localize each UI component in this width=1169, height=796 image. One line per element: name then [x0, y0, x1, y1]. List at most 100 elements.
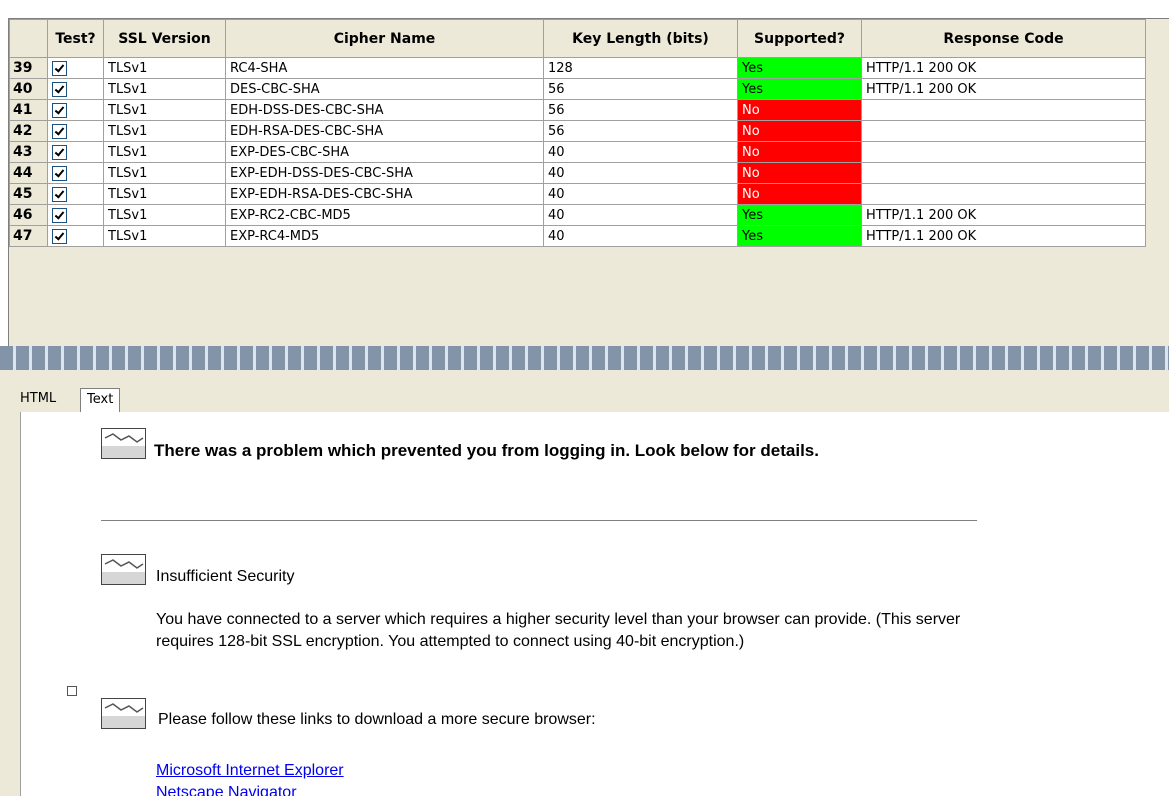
cipher-name-cell: EDH-DSS-DES-CBC-SHA [225, 99, 544, 121]
row-number[interactable]: 43 [9, 141, 48, 163]
row-number[interactable]: 45 [9, 183, 48, 205]
tab-text[interactable]: Text [80, 388, 121, 413]
supported-cell: No [737, 120, 862, 142]
ssl-version-cell: TLSv1 [103, 57, 226, 79]
splitter-bar[interactable] [0, 346, 1169, 370]
key-length-cell: 128 [543, 57, 738, 79]
row-number[interactable]: 39 [9, 57, 48, 79]
key-length-cell: 40 [543, 183, 738, 205]
response-code-cell [861, 141, 1146, 163]
key-length-cell: 40 [543, 141, 738, 163]
cipher-name-cell: EXP-EDH-RSA-DES-CBC-SHA [225, 183, 544, 205]
key-length-cell: 56 [543, 120, 738, 142]
response-code-cell [861, 162, 1146, 184]
table-row[interactable]: 43 TLSv1 EXP-DES-CBC-SHA 40 No [9, 141, 1146, 163]
supported-cell: No [737, 141, 862, 163]
column-header-ssl-version[interactable]: SSL Version [103, 19, 226, 58]
test-checkbox[interactable] [52, 186, 67, 202]
key-length-cell: 40 [543, 225, 738, 247]
cipher-name-cell: DES-CBC-SHA [225, 78, 544, 100]
row-number[interactable]: 46 [9, 204, 48, 226]
supported-cell: Yes [737, 225, 862, 247]
column-header-cipher-name[interactable]: Cipher Name [225, 19, 544, 58]
supported-cell: Yes [737, 57, 862, 79]
browser-pane: There was a problem which prevented you … [0, 412, 1169, 796]
response-code-cell: HTTP/1.1 200 OK [861, 78, 1146, 100]
column-header-response-code[interactable]: Response Code [861, 19, 1146, 58]
column-header-key-length[interactable]: Key Length (bits) [543, 19, 738, 58]
table-row[interactable]: 47 TLSv1 EXP-RC4-MD5 40 Yes HTTP/1.1 200 OK [9, 225, 1146, 247]
test-checkbox[interactable] [52, 123, 67, 139]
links-intro: Please follow these links to download a … [158, 711, 596, 728]
row-number[interactable]: 42 [9, 120, 48, 142]
broken-image-icon [101, 554, 146, 585]
table-row[interactable]: 44 TLSv1 EXP-EDH-DSS-DES-CBC-SHA 40 No [9, 162, 1146, 184]
test-checkbox[interactable] [52, 102, 67, 118]
key-length-cell: 56 [543, 78, 738, 100]
table-row[interactable]: 42 TLSv1 EDH-RSA-DES-CBC-SHA 56 No [9, 120, 1146, 142]
test-checkbox[interactable] [52, 165, 67, 181]
key-length-cell: 40 [543, 204, 738, 226]
table-row[interactable]: 41 TLSv1 EDH-DSS-DES-CBC-SHA 56 No [9, 99, 1146, 121]
link-netscape-navigator[interactable]: Netscape Navigator [156, 784, 297, 796]
broken-image-icon [101, 428, 146, 459]
supported-cell: Yes [737, 204, 862, 226]
section-body: You have connected to a server which req… [156, 611, 961, 650]
row-number[interactable]: 47 [9, 225, 48, 247]
table-row[interactable]: 39 TLSv1 RC4-SHA 128 Yes HTTP/1.1 200 OK [9, 57, 1146, 79]
table-row[interactable]: 40 TLSv1 DES-CBC-SHA 56 Yes HTTP/1.1 200 OK [9, 78, 1146, 100]
ssl-version-cell: TLSv1 [103, 162, 226, 184]
supported-cell: No [737, 99, 862, 121]
cipher-name-cell: RC4-SHA [225, 57, 544, 79]
table-row[interactable]: 45 TLSv1 EXP-EDH-RSA-DES-CBC-SHA 40 No [9, 183, 1146, 205]
ssl-version-cell: TLSv1 [103, 225, 226, 247]
error-heading: There was a problem which prevented you … [154, 441, 819, 460]
row-number[interactable]: 44 [9, 162, 48, 184]
test-cell[interactable] [47, 162, 104, 184]
test-cell[interactable] [47, 78, 104, 100]
key-length-cell: 40 [543, 162, 738, 184]
header-row: Test? SSL Version Cipher Name Key Length… [9, 19, 1146, 58]
ssl-version-cell: TLSv1 [103, 204, 226, 226]
supported-cell: Yes [737, 78, 862, 100]
response-code-cell: HTTP/1.1 200 OK [861, 225, 1146, 247]
column-header-supported[interactable]: Supported? [737, 19, 862, 58]
broken-image-icon [101, 698, 146, 729]
small-image-placeholder-icon [67, 686, 77, 696]
rendered-page[interactable]: There was a problem which prevented you … [20, 412, 1169, 796]
cipher-name-cell: EXP-DES-CBC-SHA [225, 141, 544, 163]
response-code-cell [861, 120, 1146, 142]
test-cell[interactable] [47, 120, 104, 142]
test-checkbox[interactable] [52, 144, 67, 160]
row-number-header [9, 19, 48, 58]
test-cell[interactable] [47, 204, 104, 226]
test-cell[interactable] [47, 225, 104, 247]
test-cell[interactable] [47, 57, 104, 79]
response-code-cell [861, 99, 1146, 121]
ssl-version-cell: TLSv1 [103, 99, 226, 121]
ssl-version-cell: TLSv1 [103, 183, 226, 205]
response-code-cell: HTTP/1.1 200 OK [861, 57, 1146, 79]
cipher-name-cell: EXP-RC2-CBC-MD5 [225, 204, 544, 226]
column-header-test[interactable]: Test? [47, 19, 104, 58]
row-number[interactable]: 41 [9, 99, 48, 121]
ssl-version-cell: TLSv1 [103, 78, 226, 100]
response-code-cell: HTTP/1.1 200 OK [861, 204, 1146, 226]
test-cell[interactable] [47, 141, 104, 163]
ssl-version-cell: TLSv1 [103, 120, 226, 142]
row-number[interactable]: 40 [9, 78, 48, 100]
section-title: Insufficient Security [156, 568, 295, 585]
test-checkbox[interactable] [52, 81, 67, 97]
test-checkbox[interactable] [52, 228, 67, 244]
key-length-cell: 56 [543, 99, 738, 121]
cipher-table: Test? SSL Version Cipher Name Key Length… [9, 19, 1146, 247]
table-row[interactable]: 46 TLSv1 EXP-RC2-CBC-MD5 40 Yes HTTP/1.1 200 … [9, 204, 1146, 226]
test-checkbox[interactable] [52, 207, 67, 223]
tab-html[interactable]: HTML [14, 388, 62, 410]
cipher-name-cell: EDH-RSA-DES-CBC-SHA [225, 120, 544, 142]
test-cell[interactable] [47, 99, 104, 121]
test-checkbox[interactable] [52, 60, 67, 76]
link-internet-explorer[interactable]: Microsoft Internet Explorer [156, 762, 344, 780]
cipher-grid: Test? SSL Version Cipher Name Key Length… [8, 18, 1169, 346]
test-cell[interactable] [47, 183, 104, 205]
